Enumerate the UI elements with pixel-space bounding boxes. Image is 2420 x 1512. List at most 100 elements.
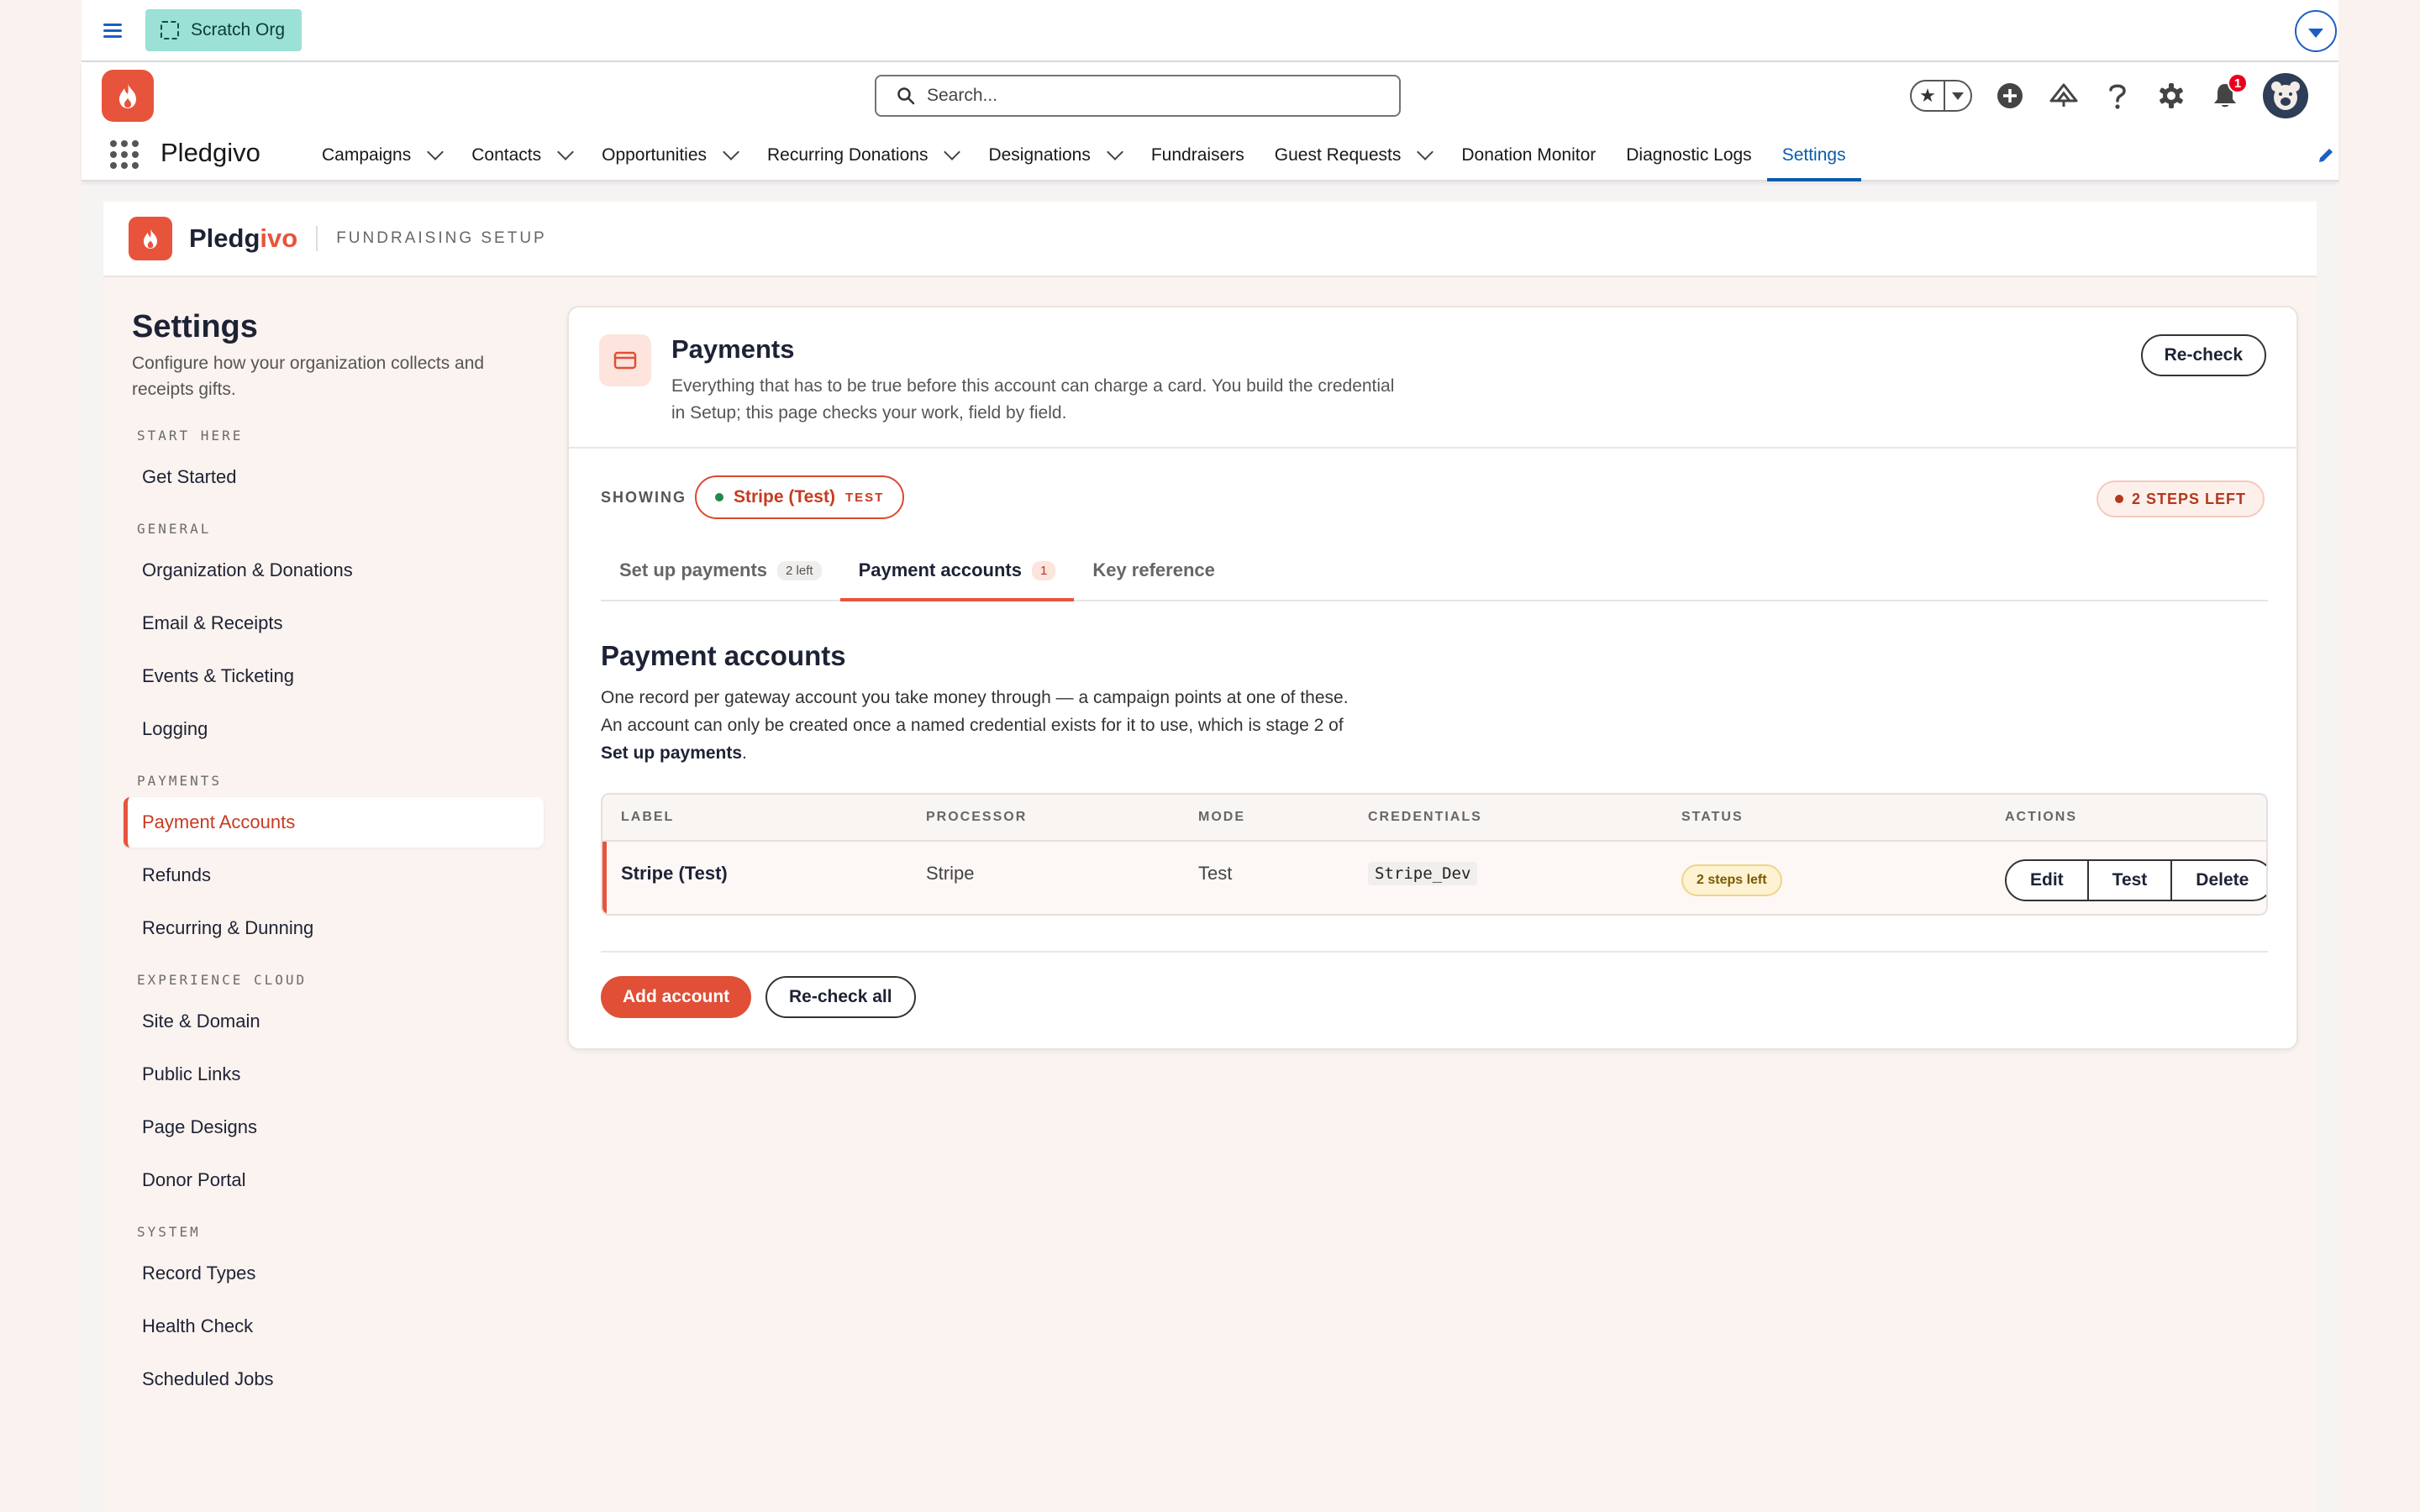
card-description: Everything that has to be true before th… — [671, 376, 1395, 423]
payment-accounts-table: LABEL PROCESSOR MODE CREDENTIALS STATUS … — [601, 793, 2268, 916]
sidebar-item-site-domain[interactable]: Site & Domain — [124, 996, 544, 1047]
org-label: Scratch Org — [191, 20, 286, 39]
chevron-down-icon[interactable] — [1417, 144, 1434, 160]
avatar[interactable] — [2263, 73, 2308, 118]
column-header-label: LABEL — [621, 810, 675, 824]
sidebar-item-health-check[interactable]: Health Check — [124, 1301, 544, 1352]
sidebar-description: Configure how your organization collects… — [132, 354, 485, 399]
edit-nav-pencil-icon[interactable] — [2317, 146, 2338, 168]
row-actions: Edit Test Delete — [2005, 859, 2266, 901]
app-launcher-icon[interactable] — [110, 140, 139, 169]
status-badge: 2 steps left — [1681, 864, 1782, 896]
section-title: Payment accounts — [601, 640, 846, 671]
account-selector[interactable]: Stripe (Test) TEST — [695, 475, 905, 519]
tab-key-reference[interactable]: Key reference — [1074, 541, 1234, 600]
app-name: Pledgivo — [160, 138, 260, 167]
nav-item-settings[interactable]: Settings — [1766, 129, 1861, 181]
sidebar-item-page-designs[interactable]: Page Designs — [124, 1102, 544, 1152]
notifications-bell-icon[interactable]: 1 — [2209, 73, 2248, 112]
delete-button[interactable]: Delete — [2170, 861, 2266, 900]
nav-item-fundraisers[interactable]: Fundraisers — [1136, 129, 1260, 181]
card-title: Payments — [671, 334, 795, 364]
nav-item-guest-requests[interactable]: Guest Requests — [1260, 129, 1447, 181]
global-search-input[interactable]: Search... — [875, 75, 1401, 117]
add-icon[interactable] — [1994, 80, 2026, 112]
sidebar-item-organization-donations[interactable]: Organization & Donations — [124, 545, 544, 596]
sidebar-item-events-ticketing[interactable]: Events & Ticketing — [124, 651, 544, 701]
mode-tag: TEST — [844, 490, 885, 505]
tab-payment-accounts[interactable]: Payment accounts 1 — [839, 541, 1075, 601]
cell-processor: Stripe — [926, 863, 975, 884]
set-up-payments-reference: Set up payments — [601, 743, 743, 763]
setup-header: Pledgivo FUNDRAISING SETUP — [103, 202, 2317, 277]
edit-button[interactable]: Edit — [2007, 861, 2087, 900]
column-header-status: STATUS — [1681, 810, 1744, 824]
nav-item-opportunities[interactable]: Opportunities — [587, 129, 752, 181]
tab-bar: Set up payments 2 left Payment accounts 1 … — [601, 541, 2268, 601]
sidebar-item-get-started[interactable]: Get Started — [124, 452, 544, 502]
sidebar-item-email-receipts[interactable]: Email & Receipts — [124, 598, 544, 648]
star-icon[interactable]: ★ — [1912, 81, 1945, 110]
favorites-group[interactable]: ★ — [1910, 80, 1972, 112]
setup-subtitle: FUNDRAISING SETUP — [336, 229, 547, 247]
column-header-credentials: CREDENTIALS — [1368, 810, 1482, 824]
add-account-button[interactable]: Add account — [601, 976, 752, 1018]
chevron-down-icon[interactable] — [2295, 10, 2337, 52]
sidebar-item-logging[interactable]: Logging — [124, 704, 544, 754]
payments-card: Payments Everything that has to be true … — [567, 306, 2298, 1050]
help-icon[interactable] — [2102, 80, 2133, 112]
status-dot-icon — [715, 493, 723, 501]
sidebar-item-donor-portal[interactable]: Donor Portal — [124, 1155, 544, 1205]
chevron-down-icon[interactable] — [427, 144, 445, 160]
chevron-down-icon[interactable] — [944, 144, 961, 160]
nav-item-donation-monitor[interactable]: Donation Monitor — [1446, 129, 1611, 181]
nav-bar: Campaigns Contacts Opportunities Recurri… — [307, 129, 1861, 181]
nav-item-contacts[interactable]: Contacts — [456, 129, 587, 181]
column-header-processor: PROCESSOR — [926, 810, 1028, 824]
nav-item-diagnostic-logs[interactable]: Diagnostic Logs — [1611, 129, 1766, 181]
flame-logo-icon — [129, 217, 172, 260]
favorites-menu-icon[interactable] — [1945, 92, 1970, 100]
selected-account: Stripe (Test) — [734, 487, 835, 507]
test-button[interactable]: Test — [2086, 861, 2171, 900]
header-actions: ★ 1 — [1910, 72, 2308, 119]
sidebar-item-public-links[interactable]: Public Links — [124, 1049, 544, 1100]
divider — [316, 226, 318, 251]
chevron-down-icon[interactable] — [723, 144, 739, 160]
tab-set-up-payments[interactable]: Set up payments 2 left — [601, 541, 840, 600]
cell-label[interactable]: Stripe (Test) — [621, 837, 728, 911]
sidebar-item-record-types[interactable]: Record Types — [124, 1248, 544, 1299]
settings-sidebar: Settings Configure how your organization… — [124, 309, 544, 1407]
showing-label: SHOWING — [601, 489, 687, 506]
sidebar-item-scheduled-jobs[interactable]: Scheduled Jobs — [124, 1354, 544, 1404]
menu-icon[interactable] — [103, 20, 125, 42]
tab-count-badge: 2 left — [777, 560, 822, 580]
setup-page: Pledgivo FUNDRAISING SETUP Settings Conf… — [103, 202, 2317, 1512]
sidebar-item-recurring-dunning[interactable]: Recurring & Dunning — [124, 903, 544, 953]
chevron-down-icon[interactable] — [557, 144, 575, 160]
nav-item-recurring-donations[interactable]: Recurring Donations — [752, 129, 973, 181]
steps-left-badge: 2 STEPS LEFT — [2096, 480, 2265, 517]
credit-card-icon — [599, 334, 651, 386]
scratch-org-icon — [160, 21, 179, 39]
sidebar-section-heading: GENERAL — [137, 521, 212, 537]
app-frame: Scratch Org Search... ★ 1 Pledgivo Campa… — [82, 0, 2338, 1512]
column-header-actions: ACTIONS — [2005, 810, 2077, 824]
divider — [601, 951, 2268, 953]
recheck-all-button[interactable]: Re-check all — [765, 976, 916, 1018]
sidebar-item-refunds[interactable]: Refunds — [124, 850, 544, 900]
table-row[interactable]: Stripe (Test) Stripe Test Stripe_Dev 2 s… — [602, 842, 2266, 914]
cell-mode: Test — [1198, 863, 1233, 884]
chevron-down-icon[interactable] — [1106, 144, 1123, 160]
nav-item-designations[interactable]: Designations — [973, 129, 1135, 181]
brand-wordmark: Pledgivo — [189, 223, 298, 253]
notification-count-badge: 1 — [2228, 73, 2248, 93]
recheck-button[interactable]: Re-check — [2140, 334, 2266, 376]
nav-item-campaigns[interactable]: Campaigns — [307, 129, 456, 181]
gear-icon[interactable] — [2155, 80, 2187, 112]
sidebar-item-payment-accounts[interactable]: Payment Accounts — [124, 797, 544, 848]
column-header-mode: MODE — [1198, 810, 1245, 824]
org-badge[interactable]: Scratch Org — [145, 9, 302, 51]
sidebar-section-heading: EXPERIENCE CLOUD — [137, 972, 308, 988]
trailhead-icon[interactable] — [2048, 80, 2080, 112]
